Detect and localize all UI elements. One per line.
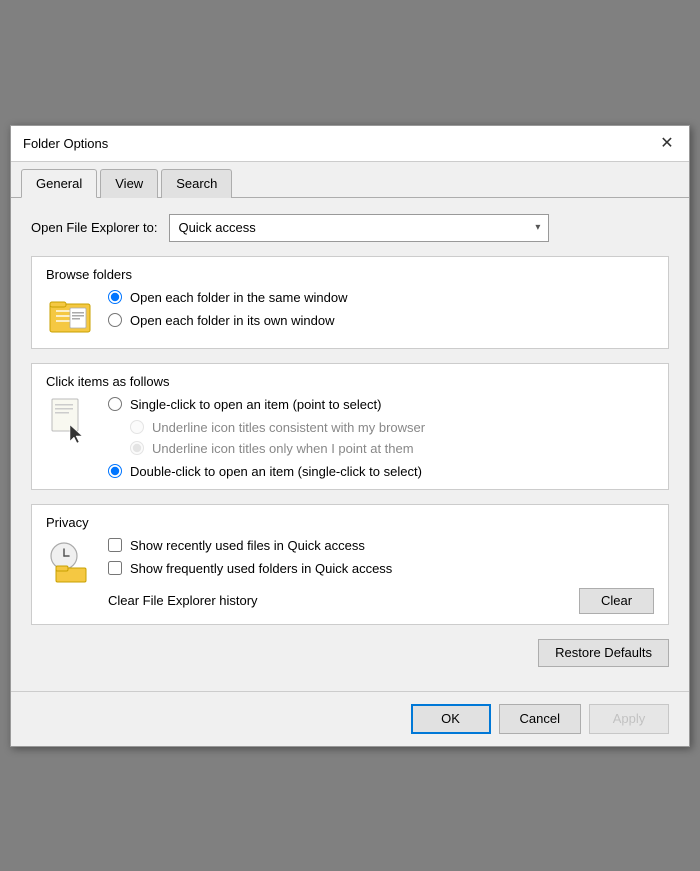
checkbox-show-frequent: Show frequently used folders in Quick ac… [108, 561, 654, 576]
privacy-checkboxes: Show recently used files in Quick access… [108, 538, 654, 576]
show-recent-label[interactable]: Show recently used files in Quick access [130, 538, 365, 553]
dropdown-value: Quick access [178, 220, 255, 235]
double-click-radio[interactable] [108, 464, 122, 478]
own-window-radio[interactable] [108, 313, 122, 327]
chevron-down-icon: ▾ [535, 222, 540, 233]
dialog-title: Folder Options [23, 136, 108, 151]
privacy-options: Show recently used files in Quick access… [108, 538, 654, 614]
privacy-title: Privacy [46, 515, 654, 530]
underline-browser-label: Underline icon titles consistent with my… [152, 420, 425, 435]
tab-content-general: Open File Explorer to: Quick access ▾ Br… [11, 198, 689, 683]
same-window-radio[interactable] [108, 290, 122, 304]
browse-folders-section: Browse folders [31, 256, 669, 349]
folder-options-dialog: Folder Options ✕ General View Search Ope… [10, 125, 690, 747]
browse-folders-title: Browse folders [46, 267, 654, 282]
checkbox-show-recent: Show recently used files in Quick access [108, 538, 654, 553]
folder-svg-icon [48, 294, 92, 334]
privacy-icon [46, 538, 94, 586]
clear-history-label: Clear File Explorer history [108, 593, 258, 608]
open-explorer-label: Open File Explorer to: [31, 220, 157, 235]
underline-point-label: Underline icon titles only when I point … [152, 441, 414, 456]
click-icon [46, 397, 94, 445]
cursor-svg-icon [50, 397, 90, 445]
radio-same-window: Open each folder in the same window [108, 290, 348, 305]
show-frequent-checkbox[interactable] [108, 561, 122, 575]
folder-icon [46, 290, 94, 338]
radio-underline-point: Underline icon titles only when I point … [130, 441, 425, 456]
title-bar: Folder Options ✕ [11, 126, 689, 162]
clear-button[interactable]: Clear [579, 588, 654, 614]
privacy-section: Privacy [31, 504, 669, 625]
double-click-label[interactable]: Double-click to open an item (single-cli… [130, 464, 422, 479]
click-items-inner: Single-click to open an item (point to s… [46, 397, 654, 479]
show-recent-checkbox[interactable] [108, 538, 122, 552]
radio-underline-browser: Underline icon titles consistent with my… [130, 420, 425, 435]
radio-own-window: Open each folder in its own window [108, 313, 348, 328]
own-window-label[interactable]: Open each folder in its own window [130, 313, 335, 328]
tabs-container: General View Search [11, 162, 689, 198]
radio-single-click: Single-click to open an item (point to s… [108, 397, 425, 412]
show-frequent-label[interactable]: Show frequently used folders in Quick ac… [130, 561, 392, 576]
apply-button[interactable]: Apply [589, 704, 669, 734]
tab-search[interactable]: Search [161, 169, 232, 198]
explorer-dropdown[interactable]: Quick access ▾ [169, 214, 549, 242]
underline-browser-radio[interactable] [130, 420, 144, 434]
close-button[interactable]: ✕ [657, 133, 677, 153]
cancel-button[interactable]: Cancel [499, 704, 581, 734]
radio-double-click: Double-click to open an item (single-cli… [108, 464, 425, 479]
browse-folders-options: Open each folder in the same window Open… [108, 290, 348, 328]
restore-defaults-row: Restore Defaults [31, 639, 669, 667]
single-click-suboptions: Underline icon titles consistent with my… [130, 420, 425, 456]
click-items-title: Click items as follows [46, 374, 654, 389]
click-items-options: Single-click to open an item (point to s… [108, 397, 425, 479]
tab-view[interactable]: View [100, 169, 158, 198]
single-click-radio[interactable] [108, 397, 122, 411]
same-window-label[interactable]: Open each folder in the same window [130, 290, 348, 305]
click-items-section: Click items as follows [31, 363, 669, 490]
browse-folders-inner: Open each folder in the same window Open… [46, 290, 654, 338]
dialog-footer: OK Cancel Apply [11, 691, 689, 746]
single-click-label[interactable]: Single-click to open an item (point to s… [130, 397, 381, 412]
open-explorer-row: Open File Explorer to: Quick access ▾ [31, 214, 669, 242]
privacy-inner: Show recently used files in Quick access… [46, 538, 654, 614]
tab-general[interactable]: General [21, 169, 97, 198]
underline-point-radio[interactable] [130, 441, 144, 455]
clock-folder-svg-icon [48, 540, 92, 584]
restore-defaults-button[interactable]: Restore Defaults [538, 639, 669, 667]
ok-button[interactable]: OK [411, 704, 491, 734]
clear-history-row: Clear File Explorer history Clear [108, 588, 654, 614]
